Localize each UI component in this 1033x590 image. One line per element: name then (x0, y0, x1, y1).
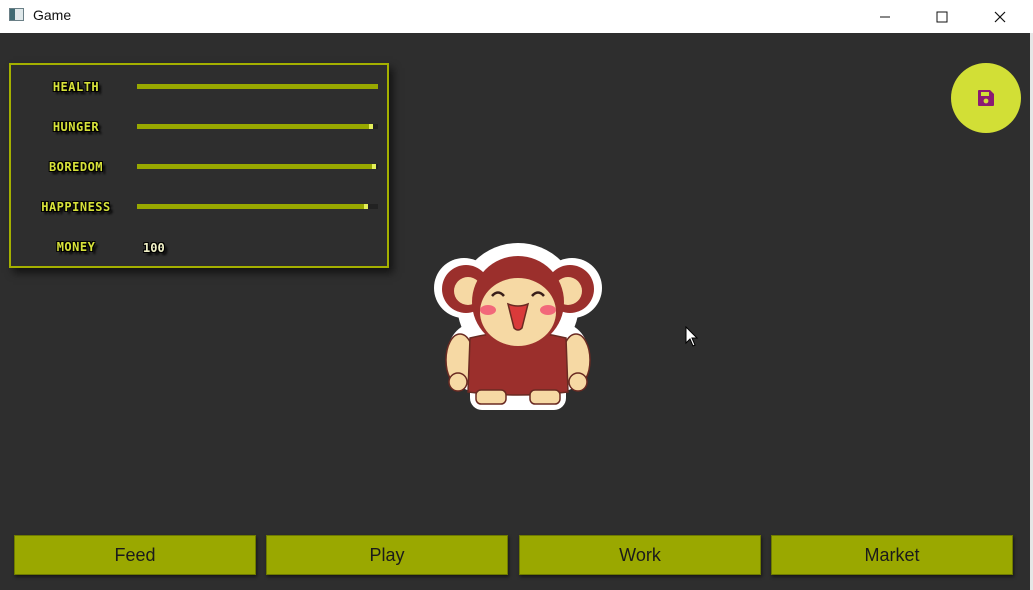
health-label: HEALTH (52, 80, 100, 94)
boredom-bar (137, 164, 378, 169)
happiness-bar-fill (137, 204, 368, 209)
mouse-cursor-icon (685, 326, 699, 347)
money-label: MONEY (56, 240, 96, 254)
monkey-pet[interactable] (430, 242, 606, 414)
hunger-bar (137, 124, 378, 129)
happiness-bar (137, 204, 378, 209)
feed-button[interactable]: Feed (14, 535, 256, 575)
happiness-label: HAPPINESS (41, 200, 111, 214)
health-bar (137, 84, 378, 89)
minimize-icon (880, 16, 890, 17)
window-title: Game (33, 7, 72, 23)
health-bar-fill (137, 84, 378, 89)
floppy-disk-icon (978, 90, 994, 106)
hunger-label: HUNGER (52, 120, 100, 134)
maximize-button[interactable] (913, 0, 971, 33)
work-button[interactable]: Work (519, 535, 761, 575)
stat-bar-tip (369, 124, 373, 129)
market-button[interactable]: Market (771, 535, 1013, 575)
minimize-button[interactable] (856, 0, 914, 33)
app-icon (9, 8, 24, 21)
close-button[interactable] (971, 0, 1029, 33)
stat-bar-tip (364, 204, 368, 209)
boredom-label: BOREDOM (48, 160, 104, 174)
money-value: 100 (143, 241, 165, 255)
stat-bar-tip (372, 164, 376, 169)
stats-panel: HEALTH HUNGER BOREDOM HAPPINESS MONEY 10… (9, 63, 389, 268)
play-button[interactable]: Play (266, 535, 508, 575)
hunger-bar-fill (137, 124, 373, 129)
boredom-bar-fill (137, 164, 376, 169)
window-title-bar: Game (0, 0, 1033, 33)
save-button[interactable] (951, 63, 1021, 133)
close-icon (994, 11, 1006, 22)
maximize-icon (936, 11, 948, 22)
